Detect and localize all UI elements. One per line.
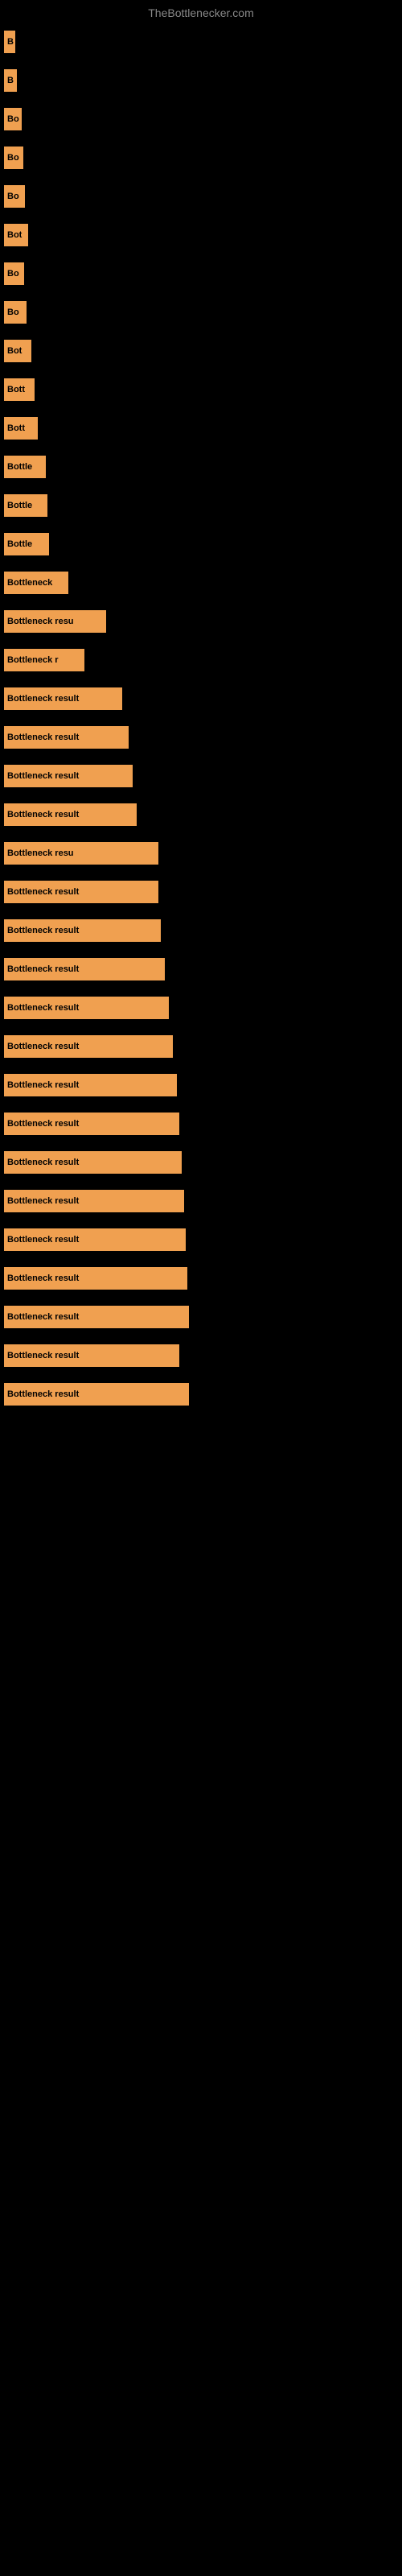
bar-row: Bo xyxy=(0,254,402,293)
bar-label: Bo xyxy=(4,185,25,208)
bar-label: Bottle xyxy=(4,533,49,555)
bar-label: Bottleneck result xyxy=(4,1074,177,1096)
bar-row: Bo xyxy=(0,138,402,177)
bar-row: Bottleneck result xyxy=(0,757,402,795)
bar-label: Bottleneck result xyxy=(4,919,161,942)
bar-row: Bot xyxy=(0,216,402,254)
bar-label: Bottleneck resu xyxy=(4,842,158,865)
bar-row: Bottle xyxy=(0,486,402,525)
bar-label: Bo xyxy=(4,301,27,324)
bar-label: Bottleneck result xyxy=(4,1267,187,1290)
bar-row: B xyxy=(0,23,402,61)
bar-row: Bottleneck result xyxy=(0,718,402,757)
bar-row: Bott xyxy=(0,370,402,409)
bar-label: B xyxy=(4,69,17,92)
bar-label: Bottleneck result xyxy=(4,1306,189,1328)
bar-label: Bottleneck result xyxy=(4,1113,179,1135)
bar-label: Bottle xyxy=(4,494,47,517)
bar-row: Bottleneck result xyxy=(0,873,402,911)
bar-row: Bottle xyxy=(0,525,402,564)
bar-row: Bottleneck r xyxy=(0,641,402,679)
bar-label: Bottleneck result xyxy=(4,765,133,787)
bar-row: Bottleneck resu xyxy=(0,602,402,641)
bar-row: Bottleneck result xyxy=(0,911,402,950)
bar-label: Bottleneck xyxy=(4,572,68,594)
bar-row: B xyxy=(0,61,402,100)
bar-label: Bottleneck result xyxy=(4,1151,182,1174)
bar-label: Bot xyxy=(4,224,28,246)
site-title: TheBottlenecker.com xyxy=(0,0,402,23)
bar-row: Bottleneck result xyxy=(0,1104,402,1143)
bar-label: Bottleneck result xyxy=(4,687,122,710)
bar-label: Bottleneck result xyxy=(4,881,158,903)
bar-row: Bo xyxy=(0,177,402,216)
bar-row: Bottleneck result xyxy=(0,1336,402,1375)
bar-row: Bottleneck result xyxy=(0,795,402,834)
bar-label: Bottleneck r xyxy=(4,649,84,671)
bar-row: Bo xyxy=(0,100,402,138)
bar-label: Bottleneck result xyxy=(4,726,129,749)
bar-row: Bottleneck result xyxy=(0,1066,402,1104)
bar-row: Bottleneck result xyxy=(0,989,402,1027)
bar-label: B xyxy=(4,31,15,53)
bar-row: Bottleneck result xyxy=(0,1143,402,1182)
bar-label: Bottleneck result xyxy=(4,1344,179,1367)
bar-label: Bottleneck result xyxy=(4,1190,184,1212)
bar-row: Bo xyxy=(0,293,402,332)
bars-container: BB Bo Bo Bo Bot Bo Bo Bot Bott Bott Bottle Bottle Bo… xyxy=(0,23,402,1414)
bar-row: Bottleneck result xyxy=(0,1027,402,1066)
bar-row: Bottleneck result xyxy=(0,1375,402,1414)
bar-row: Bottleneck result xyxy=(0,1298,402,1336)
bar-row: Bottleneck result xyxy=(0,1220,402,1259)
bar-label: Bo xyxy=(4,262,24,285)
bar-row: Bottleneck xyxy=(0,564,402,602)
bar-label: Bott xyxy=(4,378,35,401)
bar-label: Bottleneck result xyxy=(4,1383,189,1406)
bar-label: Bottleneck result xyxy=(4,803,137,826)
bar-row: Bottleneck result xyxy=(0,950,402,989)
bar-label: Bottleneck result xyxy=(4,1228,186,1251)
bar-label: Bott xyxy=(4,417,38,440)
bar-label: Bottleneck resu xyxy=(4,610,106,633)
bar-label: Bottleneck result xyxy=(4,1035,173,1058)
bar-label: Bottleneck result xyxy=(4,997,169,1019)
bar-row: Bottleneck result xyxy=(0,1182,402,1220)
bar-row: Bottleneck result xyxy=(0,679,402,718)
bar-label: Bo xyxy=(4,108,22,130)
bar-row: Bottleneck result xyxy=(0,1259,402,1298)
bar-row: Bot xyxy=(0,332,402,370)
bar-row: Bottleneck resu xyxy=(0,834,402,873)
bar-row: Bottle xyxy=(0,448,402,486)
bar-label: Bottleneck result xyxy=(4,958,165,980)
bar-label: Bot xyxy=(4,340,31,362)
bar-label: Bo xyxy=(4,147,23,169)
bar-row: Bott xyxy=(0,409,402,448)
bar-label: Bottle xyxy=(4,456,46,478)
